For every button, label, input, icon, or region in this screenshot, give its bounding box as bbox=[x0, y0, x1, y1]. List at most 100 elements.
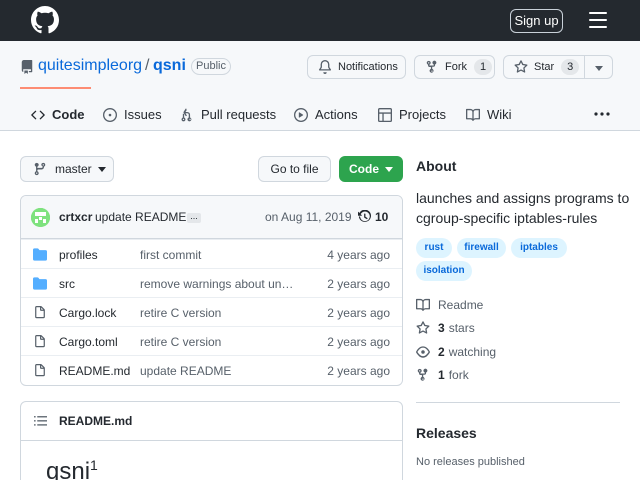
chevron-down-icon bbox=[385, 166, 393, 172]
file-age: 2 years ago bbox=[327, 306, 390, 320]
branch-select-button[interactable]: master bbox=[20, 156, 114, 182]
topic-tag[interactable]: firewall bbox=[457, 238, 506, 258]
code-icon bbox=[31, 110, 45, 119]
topic-tag[interactable]: rust bbox=[416, 238, 452, 258]
readme-link[interactable]: Readme bbox=[416, 297, 483, 313]
no-releases-text: No releases published bbox=[416, 456, 525, 468]
readme-heading-footnote[interactable]: 1 bbox=[90, 457, 98, 473]
sidebar-divider bbox=[416, 402, 620, 403]
table-icon bbox=[378, 107, 392, 122]
topic-tag[interactable]: iptables bbox=[511, 238, 567, 258]
github-logo-icon[interactable] bbox=[31, 6, 59, 34]
commit-message-link[interactable]: update README bbox=[95, 210, 186, 224]
readme-heading-text: qsni bbox=[46, 458, 91, 480]
forks-link[interactable]: 1 fork bbox=[416, 367, 469, 383]
file-commit-message[interactable]: remove warnings about unu… bbox=[140, 277, 298, 291]
folder-icon bbox=[33, 277, 47, 290]
file-icon bbox=[35, 364, 45, 377]
readme-header: README.md bbox=[21, 402, 402, 441]
fork-icon bbox=[417, 368, 428, 381]
notifications-button[interactable]: Notifications bbox=[307, 55, 406, 79]
file-name-link[interactable]: Cargo.lock bbox=[59, 306, 116, 320]
table-row[interactable]: src remove warnings about unu… 2 years a… bbox=[21, 268, 402, 297]
eye-icon bbox=[416, 346, 430, 358]
readme-heading: qsni1 bbox=[46, 457, 98, 480]
readme-title: README.md bbox=[59, 414, 133, 428]
star-list-dropdown[interactable] bbox=[585, 55, 613, 79]
repo-name-link[interactable]: qsni bbox=[153, 57, 186, 75]
top-navigation-bar: Sign up bbox=[0, 0, 640, 41]
history-icon[interactable] bbox=[358, 210, 372, 224]
fork-button[interactable]: Fork 1 bbox=[414, 55, 495, 79]
tab-actions-label: Actions bbox=[315, 107, 358, 122]
notifications-label: Notifications bbox=[338, 61, 398, 73]
tab-wiki[interactable]: Wiki bbox=[466, 98, 512, 131]
repo-description: launches and assigns programs to cgroup-… bbox=[416, 190, 630, 226]
avatar[interactable] bbox=[31, 208, 50, 227]
releases-heading-link[interactable]: Releases bbox=[416, 425, 477, 441]
bell-icon bbox=[318, 60, 332, 74]
latest-commit-bar: crtxcr update README ... on Aug 11, 2019… bbox=[21, 196, 402, 239]
go-to-file-button[interactable]: Go to file bbox=[258, 156, 331, 182]
tab-issues[interactable]: Issues bbox=[103, 98, 162, 131]
file-commit-message[interactable]: update README bbox=[140, 364, 298, 378]
file-age: 2 years ago bbox=[327, 277, 390, 291]
fork-label: Fork bbox=[445, 61, 467, 73]
file-age: 2 years ago bbox=[327, 335, 390, 349]
table-row[interactable]: Cargo.lock retire C version 2 years ago bbox=[21, 297, 402, 326]
file-name-link[interactable]: profiles bbox=[59, 248, 98, 262]
tab-actions[interactable]: Actions bbox=[294, 98, 358, 131]
watching-count: 2 bbox=[438, 345, 445, 359]
file-name-link[interactable]: README.md bbox=[59, 364, 130, 378]
more-horizontal-icon[interactable] bbox=[594, 112, 610, 116]
issue-opened-icon bbox=[103, 107, 117, 122]
chevron-down-icon bbox=[595, 66, 603, 71]
tab-wiki-label: Wiki bbox=[487, 107, 512, 122]
active-tab-indicator bbox=[20, 87, 91, 89]
file-commit-message[interactable]: retire C version bbox=[140, 335, 298, 349]
list-unordered-icon[interactable] bbox=[34, 415, 47, 427]
table-row[interactable]: Cargo.toml retire C version 2 years ago bbox=[21, 326, 402, 355]
topic-tag[interactable]: isolation bbox=[416, 261, 472, 281]
stars-count: 3 bbox=[438, 321, 445, 335]
file-icon bbox=[35, 306, 45, 319]
about-heading: About bbox=[416, 158, 457, 174]
tab-projects-label: Projects bbox=[399, 107, 446, 122]
file-name-link[interactable]: src bbox=[59, 277, 75, 291]
file-browser: crtxcr update README ... on Aug 11, 2019… bbox=[20, 195, 403, 386]
stars-link[interactable]: 3 stars bbox=[416, 320, 475, 336]
repo-tabs: Code Issues Pull requests Actions Projec… bbox=[0, 98, 640, 131]
forks-count: 1 bbox=[438, 368, 445, 382]
tab-projects[interactable]: Projects bbox=[378, 98, 446, 131]
star-icon bbox=[514, 60, 528, 73]
file-name-link[interactable]: Cargo.toml bbox=[59, 335, 118, 349]
pull-request-icon bbox=[181, 108, 192, 121]
repo-icon bbox=[21, 60, 33, 74]
table-row[interactable]: README.md update README 2 years ago bbox=[21, 355, 402, 384]
book-icon bbox=[416, 298, 430, 311]
star-button[interactable]: Star 3 bbox=[503, 55, 585, 79]
readme-panel: README.md qsni1 bbox=[20, 401, 403, 480]
code-download-button[interactable]: Code bbox=[339, 156, 403, 182]
tab-issues-label: Issues bbox=[124, 107, 162, 122]
commit-expand-button[interactable]: ... bbox=[187, 212, 201, 223]
watchers-link[interactable]: 2 watching bbox=[416, 344, 496, 360]
file-commit-message[interactable]: retire C version bbox=[140, 306, 298, 320]
fork-count: 1 bbox=[474, 59, 492, 75]
table-row[interactable]: profiles first commit 4 years ago bbox=[21, 239, 402, 268]
commit-author-link[interactable]: crtxcr bbox=[59, 210, 92, 224]
readme-link-label: Readme bbox=[438, 298, 484, 312]
tab-code[interactable]: Code bbox=[31, 98, 85, 131]
star-icon bbox=[416, 321, 430, 334]
watching-label: watching bbox=[448, 345, 497, 359]
commit-count[interactable]: 10 bbox=[375, 210, 388, 224]
hamburger-menu-icon[interactable] bbox=[589, 12, 607, 28]
book-icon bbox=[466, 108, 480, 121]
tab-code-label: Code bbox=[52, 107, 85, 122]
file-age: 4 years ago bbox=[327, 248, 390, 262]
sign-up-button[interactable]: Sign up bbox=[510, 9, 563, 33]
tab-pull-requests-label: Pull requests bbox=[201, 107, 277, 122]
tab-pull-requests[interactable]: Pull requests bbox=[180, 98, 276, 131]
file-commit-message[interactable]: first commit bbox=[140, 248, 298, 262]
repo-owner-link[interactable]: quitesimpleorg bbox=[38, 57, 142, 75]
